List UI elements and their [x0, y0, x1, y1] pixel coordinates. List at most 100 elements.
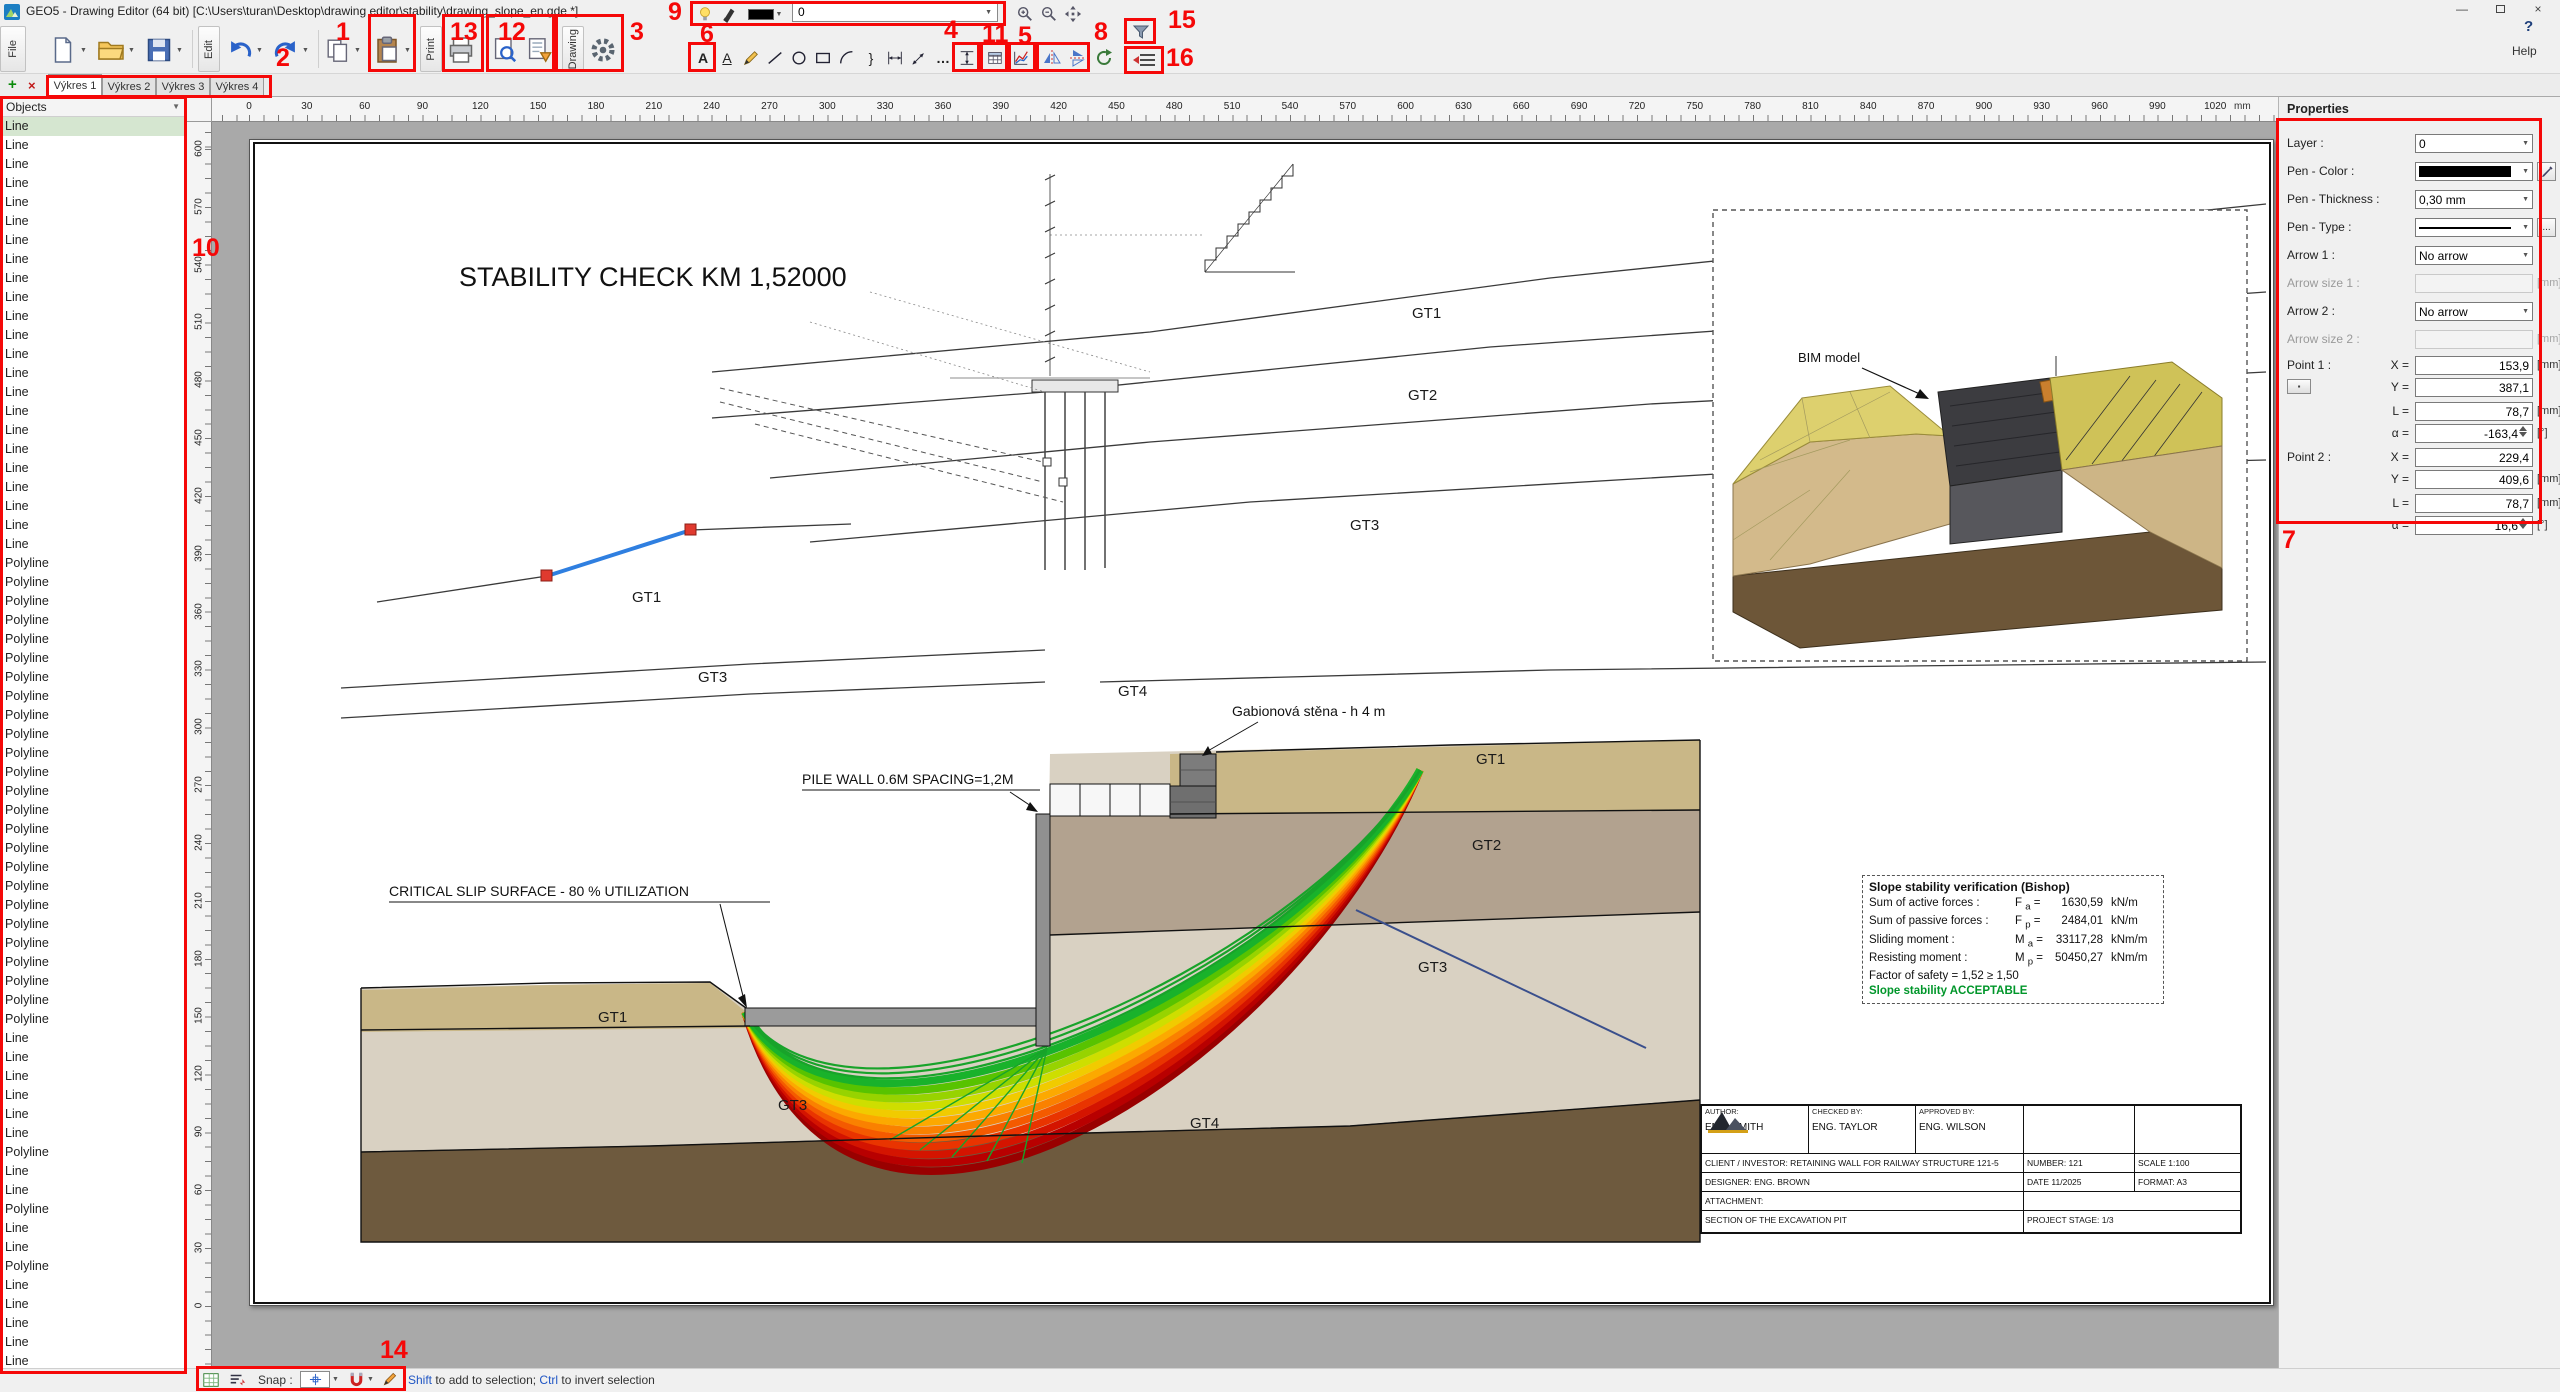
pan-view-button[interactable]	[1062, 3, 1084, 25]
rotate-button[interactable]	[1092, 46, 1116, 70]
soil-layer-label[interactable]: GT1	[1412, 305, 1441, 322]
object-list-item[interactable]: Line	[0, 421, 186, 440]
object-list-item[interactable]: Line	[0, 478, 186, 497]
object-list-item[interactable]: Line	[0, 516, 186, 535]
point1-y-field[interactable]	[2415, 378, 2533, 397]
more-tools-button[interactable]: …	[932, 46, 954, 70]
brace-tool-button[interactable]: }	[860, 46, 882, 70]
object-list-item[interactable]: Line	[0, 1048, 186, 1067]
drawing-canvas-area[interactable]: 0306090120150180210240270300330360390420…	[187, 97, 2278, 1368]
object-list-item[interactable]: Polyline	[0, 573, 186, 592]
point1-angle-field[interactable]	[2415, 424, 2533, 443]
object-list-item[interactable]: Polyline	[0, 744, 186, 763]
pen-color-select[interactable]: ▼	[2415, 162, 2533, 181]
object-list-item[interactable]: Line	[0, 136, 186, 155]
pen-tool-button[interactable]	[718, 3, 740, 25]
copy-button[interactable]: ▼	[324, 28, 361, 72]
object-list-item[interactable]: Polyline	[0, 668, 186, 687]
object-list-item[interactable]: Line	[0, 288, 186, 307]
object-list-item[interactable]: Line	[0, 1181, 186, 1200]
mirror-horizontal-button[interactable]	[1040, 46, 1064, 70]
zoom-in-button[interactable]	[1014, 3, 1036, 25]
object-list-item[interactable]: Line	[0, 307, 186, 326]
object-list-item[interactable]: Polyline	[0, 1010, 186, 1029]
object-list-item[interactable]: Line	[0, 535, 186, 554]
object-list-item[interactable]: Polyline	[0, 554, 186, 573]
tab-3[interactable]: Výkres 3	[156, 75, 210, 97]
object-list-item[interactable]: Line	[0, 1162, 186, 1181]
object-list-item[interactable]: Line	[0, 345, 186, 364]
object-list-item[interactable]: Line	[0, 326, 186, 345]
print-button[interactable]	[446, 28, 476, 72]
object-list-item[interactable]: Polyline	[0, 877, 186, 896]
object-list-item[interactable]: Line	[0, 212, 186, 231]
object-list-item[interactable]: Line	[0, 231, 186, 250]
object-list-item[interactable]: Polyline	[0, 630, 186, 649]
object-list-item[interactable]: Line	[0, 383, 186, 402]
file-menu-button[interactable]: File	[0, 26, 26, 72]
selection-handle[interactable]	[685, 524, 696, 535]
dimension-aligned-button[interactable]	[908, 46, 930, 70]
object-list-item[interactable]: Line	[0, 459, 186, 478]
object-list-item[interactable]: Polyline	[0, 801, 186, 820]
bim-model-box[interactable]: BIM model	[1713, 210, 2247, 661]
object-list-item[interactable]: Line	[0, 1067, 186, 1086]
maximize-button[interactable]	[2482, 0, 2518, 18]
object-list-item[interactable]: Polyline	[0, 953, 186, 972]
print-preview-button[interactable]	[490, 28, 518, 72]
drawing-menu-button[interactable]: Drawing	[562, 26, 584, 72]
object-list-item[interactable]: Polyline	[0, 858, 186, 877]
object-list-item[interactable]: Line	[0, 117, 186, 136]
object-list-item[interactable]: Polyline	[0, 763, 186, 782]
open-file-button[interactable]: ▼	[96, 28, 135, 72]
text-edit-tool-button[interactable]: A	[716, 46, 738, 70]
title-block[interactable]: AUTHOR:ENG. SMITH CHECKED BY:ENG. TAYLOR…	[1700, 1104, 2242, 1234]
add-tab-button[interactable]: +	[8, 76, 17, 93]
object-list-item[interactable]: Line	[0, 1238, 186, 1257]
object-list-item[interactable]: Polyline	[0, 915, 186, 934]
object-list-item[interactable]: Polyline	[0, 1200, 186, 1219]
redo-button[interactable]: ▼	[272, 28, 309, 72]
sort-order-button[interactable]	[228, 1371, 246, 1389]
stairs[interactable]	[1205, 164, 1295, 272]
object-list-item[interactable]: Line	[0, 497, 186, 516]
object-list-item[interactable]: Polyline	[0, 820, 186, 839]
arc-tool-button[interactable]	[836, 46, 858, 70]
object-list-item[interactable]: Line	[0, 1295, 186, 1314]
page-setup-button[interactable]	[524, 28, 552, 72]
object-list-item[interactable]: Polyline	[0, 687, 186, 706]
excavation-floor[interactable]	[745, 1008, 1047, 1026]
object-list-item[interactable]: Line	[0, 402, 186, 421]
object-list-item[interactable]: Line	[0, 440, 186, 459]
capping-beam[interactable]	[1050, 784, 1170, 816]
angle-spinner[interactable]	[2519, 426, 2527, 437]
object-list-item[interactable]: Polyline	[0, 1143, 186, 1162]
soil-layer-label[interactable]: GT2	[1408, 387, 1437, 404]
soil-layer-label[interactable]: GT3	[1350, 517, 1379, 534]
point2-angle-field[interactable]	[2415, 516, 2533, 535]
object-list-item[interactable]: Line	[0, 155, 186, 174]
soil-layer-label[interactable]: GT4	[1190, 1115, 1219, 1132]
line-tool-button[interactable]	[764, 46, 786, 70]
soil-layer-label[interactable]: GT2	[1472, 837, 1501, 854]
save-button[interactable]: ▼	[144, 28, 183, 72]
verification-block[interactable]: Slope stability verification (Bishop) Su…	[1862, 875, 2164, 1004]
help-label[interactable]: Help	[2512, 44, 2537, 58]
color-picker-button[interactable]	[2537, 162, 2556, 181]
soil-layer-label[interactable]: GT3	[698, 669, 727, 686]
object-list-item[interactable]: Line	[0, 364, 186, 383]
object-list-item[interactable]: Line	[0, 1086, 186, 1105]
paste-button[interactable]: ▼	[372, 28, 411, 72]
object-list-item[interactable]: Line	[0, 250, 186, 269]
object-list-item[interactable]: Polyline	[0, 611, 186, 630]
filter-objects-button[interactable]	[1128, 20, 1154, 44]
pile-wall[interactable]	[1036, 814, 1050, 1046]
new-drawing-button[interactable]: ▼	[48, 28, 87, 72]
object-list-item[interactable]: Line	[0, 1105, 186, 1124]
object-list-item[interactable]: Line	[0, 1314, 186, 1333]
pen-thickness-select[interactable]: 0,30 mm▼	[2415, 190, 2533, 209]
object-list-item[interactable]: Line	[0, 1029, 186, 1048]
object-list-item[interactable]: Polyline	[0, 896, 186, 915]
soil-layer-label[interactable]: GT1	[632, 589, 661, 606]
pen-color-dropdown[interactable]: ▼	[742, 3, 788, 25]
